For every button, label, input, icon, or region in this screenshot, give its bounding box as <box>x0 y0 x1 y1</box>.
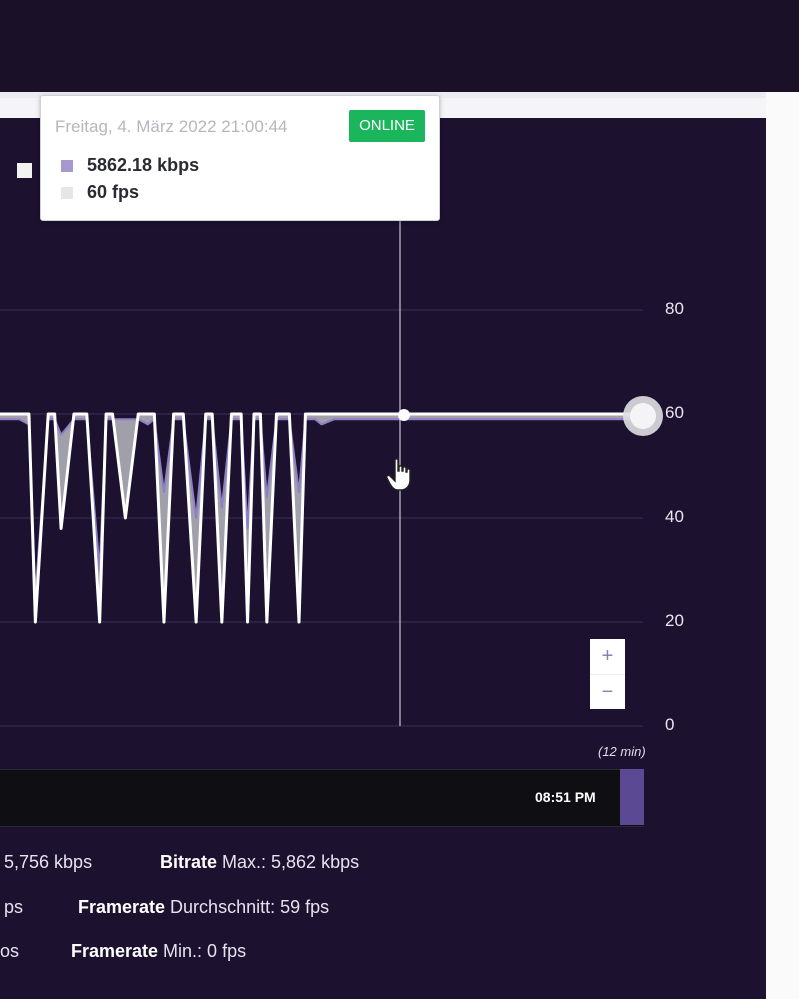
right-margin <box>766 92 799 999</box>
stat-bitrate-max: Bitrate Max.: 5,862 kbps <box>160 852 360 872</box>
y-tick-60: 60 <box>665 403 684 422</box>
navigator-time-label: 08:51 PM <box>535 789 596 805</box>
zoom-out-button[interactable]: − <box>590 674 625 710</box>
tooltip-date: Freitag, 4. März 2022 21:00:44 <box>55 117 288 136</box>
stat-framerate-min: Framerate Min.: 0 fps <box>71 941 247 961</box>
series-end-marker-inner <box>630 403 656 429</box>
y-tick-40: 40 <box>665 507 684 526</box>
bitrate-legend-swatch <box>61 160 73 172</box>
y-tick-20: 20 <box>665 611 684 630</box>
stat-bitrate-min: ps <box>4 897 24 917</box>
stat-bitrate-avg: 5,756 kbps <box>4 852 93 872</box>
zoom-in-button[interactable]: + <box>590 639 625 674</box>
hover-marker <box>398 409 410 421</box>
y-tick-0: 0 <box>665 715 675 734</box>
top-bar <box>0 0 799 92</box>
tooltip-framerate: 60 fps <box>87 182 140 202</box>
stream-chart-panel: 80 60 40 20 0 + − (12 min) 08:51 PM 5,75… <box>0 118 766 999</box>
hand-cursor-icon <box>386 458 411 491</box>
legend-swatch[interactable] <box>17 163 32 178</box>
status-badge: ONLINE <box>349 110 425 142</box>
stat-framerate-avg: Framerate Durchschnitt: 59 fps <box>78 897 330 917</box>
tooltip-bitrate: 5862.18 kbps <box>87 155 200 175</box>
y-tick-80: 80 <box>665 299 684 318</box>
range-label: (12 min) <box>598 744 646 759</box>
navigator-handle[interactable] <box>620 769 644 825</box>
framerate-legend-swatch <box>61 187 73 199</box>
stat-framerate-max: os <box>0 941 20 961</box>
zoom-controls: + − <box>590 639 625 709</box>
chart-tooltip: Freitag, 4. März 2022 21:00:44 ONLINE 58… <box>40 95 440 221</box>
